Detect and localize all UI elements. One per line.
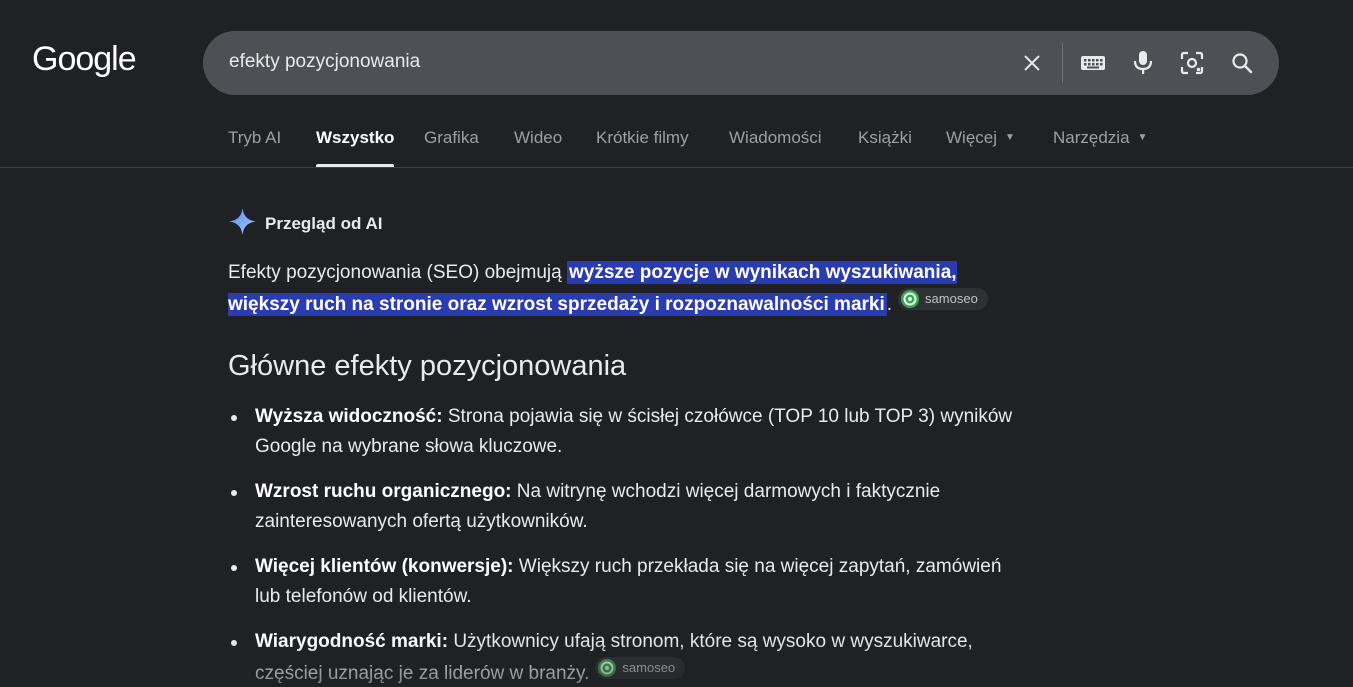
tab-ai-mode[interactable]: Tryb AI — [228, 128, 281, 148]
source-chip[interactable]: samoseo — [898, 288, 988, 310]
list-item: Więcej klientów (konwersje): Większy ruc… — [228, 552, 1028, 612]
google-results-page: Google efekty pozycjonowania Tryb AI Wsz… — [0, 0, 1353, 687]
caret-down-icon: ▼ — [1005, 132, 1015, 143]
section-title: Główne efekty pozycjonowania — [228, 350, 627, 382]
source-chip[interactable]: samoseo — [595, 657, 686, 679]
intro-end: . — [886, 294, 893, 315]
tab-images[interactable]: Grafika — [424, 128, 479, 148]
source-name: samoseo — [622, 660, 676, 675]
search-icon[interactable] — [1228, 49, 1256, 77]
samoseo-logo-icon — [598, 659, 617, 677]
list-item: Wyższa widoczność: Strona pojawia się w … — [228, 402, 1028, 462]
tab-books[interactable]: Książki — [858, 128, 912, 148]
list-item-title: Więcej klientów (konwersje): — [255, 556, 514, 577]
tab-more-label: Więcej — [946, 128, 998, 147]
close-icon[interactable] — [1018, 49, 1046, 77]
source-name: samoseo — [925, 291, 978, 306]
google-logo[interactable]: Google — [32, 40, 137, 79]
ai-overview-intro: Efekty pozycjonowania (SEO) obejmują wyż… — [228, 258, 1028, 320]
tab-short-videos[interactable]: Krótkie filmy — [596, 128, 689, 148]
tab-videos[interactable]: Wideo — [514, 128, 562, 148]
gemini-sparkle-icon — [228, 207, 257, 241]
list-item-title: Wiarygodność marki: — [255, 631, 449, 652]
tab-news[interactable]: Wiadomości — [729, 128, 822, 148]
search-input[interactable]: efekty pozycjonowania — [229, 51, 420, 73]
tab-all[interactable]: Wszystko — [316, 128, 394, 148]
mic-icon[interactable] — [1129, 49, 1157, 77]
list-item-title: Wyższa widoczność: — [255, 406, 443, 427]
tab-tools[interactable]: Narzędzia ▼ — [1053, 128, 1147, 148]
search-divider — [1062, 43, 1063, 83]
caret-down-icon: ▼ — [1137, 132, 1148, 143]
lens-icon[interactable] — [1178, 49, 1206, 77]
search-bar[interactable]: efekty pozycjonowania — [203, 31, 1279, 95]
list-item-title: Wzrost ruchu organicznego: — [255, 481, 512, 502]
ai-overview-title: Przegląd od AI — [265, 214, 383, 233]
list-item: Wiarygodność marki: Użytkownicy ufają st… — [228, 627, 1028, 687]
ai-overview-header: Przegląd od AI — [228, 207, 382, 241]
keyboard-icon[interactable] — [1079, 49, 1107, 77]
intro-text: Efekty pozycjonowania (SEO) obejmują — [228, 262, 567, 283]
header-divider — [0, 167, 1353, 168]
list-item: Wzrost ruchu organicznego: Na witrynę wc… — [228, 477, 1028, 537]
samoseo-logo-icon — [901, 290, 920, 308]
tab-more[interactable]: Więcej ▼ — [946, 128, 1015, 148]
tab-tools-label: Narzędzia — [1053, 128, 1130, 147]
effects-list: Wyższa widoczność: Strona pojawia się w … — [228, 402, 1028, 687]
